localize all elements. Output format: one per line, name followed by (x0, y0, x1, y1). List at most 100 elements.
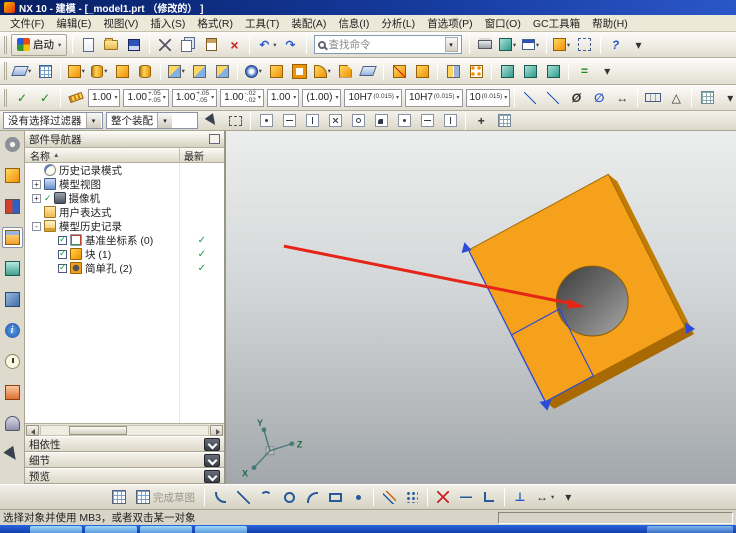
snap-mid-point-button[interactable] (278, 110, 300, 132)
display-constraints-button[interactable]: ✓ (11, 87, 33, 109)
auto-constrain-button[interactable]: ✓ (34, 87, 56, 109)
undo-button[interactable]: ↶ ▾ (254, 34, 278, 56)
gear-icon[interactable] (2, 134, 23, 155)
hole-callout-button[interactable]: ∅ (588, 87, 610, 109)
selection-menu-button[interactable] (493, 110, 515, 132)
snap-arc-center-button[interactable] (347, 110, 369, 132)
move-face-button[interactable] (496, 60, 518, 82)
menu-analysis[interactable]: 分析(L) (375, 15, 421, 32)
redo-button[interactable]: ↷ (280, 34, 302, 56)
fillet-button[interactable] (301, 486, 323, 508)
toolbar-overflow-button[interactable]: ▾ (628, 34, 650, 56)
offset-curve-button[interactable] (378, 486, 400, 508)
tree-item-model-views[interactable]: + 模型视图 (25, 177, 224, 191)
section-details[interactable]: 细节 (25, 452, 224, 468)
tree-expander[interactable]: - (32, 222, 41, 231)
cut-button[interactable] (154, 34, 176, 56)
menu-preferences[interactable]: 首选项(P) (421, 15, 479, 32)
section-preview[interactable]: 预览 (25, 468, 224, 484)
panel-pin-button[interactable] (209, 134, 220, 144)
snap-point-on-curve-button[interactable] (416, 110, 438, 132)
menu-edit[interactable]: 编辑(E) (50, 15, 97, 32)
pattern-curve-button[interactable] (401, 486, 423, 508)
part-navigator-icon[interactable] (2, 227, 23, 248)
edge-blend-button[interactable]: ▾ (311, 60, 333, 82)
toolbar-grip[interactable] (4, 62, 8, 80)
paste-button[interactable] (200, 34, 222, 56)
orient-view-button[interactable]: ▾ (551, 34, 573, 56)
mirror-feature-button[interactable] (442, 60, 464, 82)
history-icon[interactable] (2, 351, 23, 372)
datum-feature-button[interactable]: △ (665, 87, 687, 109)
snap-control-point-button[interactable] (301, 110, 323, 132)
fit-view-button[interactable] (574, 34, 596, 56)
sketch-task-icon[interactable] (108, 486, 130, 508)
angle-ruler-button[interactable] (65, 87, 87, 109)
help-button[interactable]: ? (605, 34, 627, 56)
frame-select-button[interactable] (224, 110, 246, 132)
search-input[interactable]: 查找命令 (329, 37, 442, 52)
touch-select-button[interactable] (201, 110, 223, 132)
extrude-button[interactable]: ▾ (65, 60, 87, 82)
geometric-constraints-button[interactable]: ⊥ (509, 486, 531, 508)
chevron-down-icon[interactable]: ▾ (114, 94, 117, 101)
chevron-down-icon[interactable]: ▾ (211, 94, 214, 101)
snap-existing-point-button[interactable] (393, 110, 415, 132)
scrollbar-track[interactable] (40, 425, 209, 436)
chevron-down-icon[interactable]: ▾ (258, 94, 261, 101)
quick-extend-button[interactable] (455, 486, 477, 508)
rib-button[interactable] (265, 60, 287, 82)
snap-quadrant-point-button[interactable] (370, 110, 392, 132)
block-button[interactable] (111, 60, 133, 82)
chevron-down-icon[interactable]: ▾ (86, 113, 101, 128)
view-triad[interactable]: Y Z X (242, 418, 303, 479)
datum-plane-button[interactable]: ▾ (11, 60, 33, 82)
feature-overflow-button[interactable]: ▾ (596, 60, 618, 82)
chevron-down-icon[interactable]: ▾ (457, 94, 460, 101)
make-corner-button[interactable] (478, 486, 500, 508)
intersect-button[interactable] (211, 60, 233, 82)
sketch-overflow-button[interactable]: ▾ (557, 486, 579, 508)
expressions-button[interactable]: = (573, 60, 595, 82)
assembly-navigator-icon[interactable] (2, 165, 23, 186)
menu-information[interactable]: 信息(I) (332, 15, 375, 32)
sketch-button[interactable] (34, 60, 56, 82)
chevron-down-icon[interactable] (204, 454, 220, 467)
menu-view[interactable]: 视图(V) (97, 15, 144, 32)
menu-format[interactable]: 格式(R) (191, 15, 239, 32)
snap-intersection-button[interactable] (324, 110, 346, 132)
trim-body-button[interactable] (388, 60, 410, 82)
chevron-down-icon[interactable] (204, 438, 220, 451)
delete-button[interactable]: × (223, 34, 245, 56)
graphics-window[interactable]: Y Z X (225, 131, 736, 484)
web-browser-icon[interactable] (2, 320, 23, 341)
taskbar-item[interactable] (30, 526, 82, 533)
display-mode-button[interactable]: ▾ (497, 34, 519, 56)
taskbar-item[interactable] (85, 526, 137, 533)
dim-value-8[interactable]: 10H7 (0.015) ▾ (405, 89, 463, 107)
arc-button[interactable] (255, 486, 277, 508)
linear-dimension-button[interactable] (519, 87, 541, 109)
symmetric-dimension-button[interactable]: ↔ (611, 87, 633, 109)
menu-tools[interactable]: 工具(T) (239, 15, 285, 32)
menu-gc-toolbox[interactable]: GC工具箱 (527, 15, 586, 32)
dim-value-7[interactable]: 10H7 (0.015) ▾ (344, 89, 402, 107)
feature-checkbox[interactable] (58, 236, 67, 245)
dim-value-1[interactable]: 1.00 ▾ (88, 89, 120, 107)
feature-checkbox[interactable] (58, 264, 67, 273)
shell-button[interactable] (288, 60, 310, 82)
taskbar-item[interactable] (140, 526, 192, 533)
pattern-feature-button[interactable] (465, 60, 487, 82)
dim-value-3[interactable]: 1.00 +.05-.05 ▾ (172, 89, 217, 107)
circle-button[interactable] (278, 486, 300, 508)
copy-button[interactable] (177, 34, 199, 56)
start-button[interactable]: 启动 ▾ (11, 34, 67, 56)
split-body-button[interactable] (411, 60, 433, 82)
line-button[interactable] (232, 486, 254, 508)
tree-item-datum-csys[interactable]: 基准坐标系 (0) ✓ (25, 233, 224, 247)
column-header-latest[interactable]: 最新 (180, 148, 224, 163)
rapid-dimension-button[interactable]: ↔ ▾ (532, 486, 556, 508)
roles-icon[interactable] (2, 413, 23, 434)
draft-button[interactable] (357, 60, 379, 82)
snap-end-point-button[interactable] (255, 110, 277, 132)
